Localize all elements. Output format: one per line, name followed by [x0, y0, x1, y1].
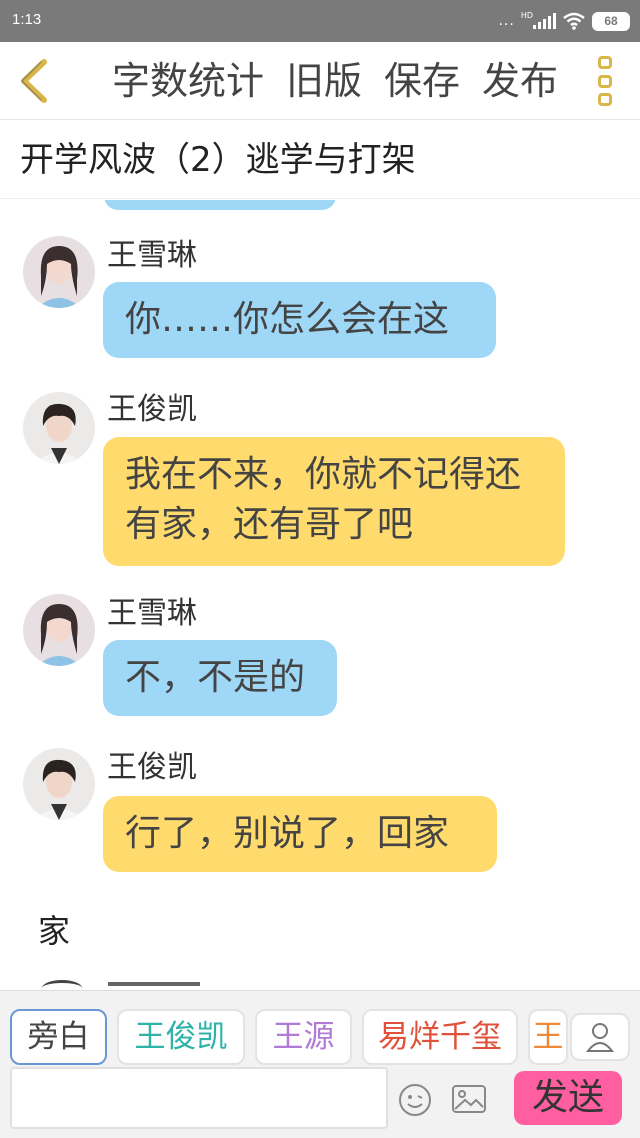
narration-text[interactable]: 家 — [38, 906, 70, 952]
person-icon[interactable] — [570, 1013, 630, 1061]
signal-icon — [533, 13, 556, 29]
role-yi-yangqianxi[interactable]: 易烊千玺 — [362, 1009, 518, 1065]
composer-panel: 旁白 王俊凯 王源 易烊千玺 王 发送 — [0, 990, 640, 1138]
message-bubble[interactable]: 我在不来，你就不记得还有家，还有哥了吧 — [103, 437, 565, 566]
image-icon[interactable] — [452, 1085, 486, 1113]
role-narrator[interactable]: 旁白 — [10, 1009, 107, 1065]
partial-speaker-name — [108, 982, 200, 990]
message-input[interactable] — [10, 1067, 388, 1129]
role-partial[interactable]: 王 — [528, 1009, 568, 1065]
partial-avatar — [42, 980, 82, 990]
avatar[interactable] — [23, 236, 95, 308]
message-bubble[interactable]: 不，不是的 — [103, 640, 337, 716]
toolbar-actions: 字数统计 旧版 保存 发布 — [112, 56, 558, 106]
role-label: 王俊凯 — [134, 1019, 228, 1055]
status-icons: ... HD 68 — [498, 8, 630, 34]
avatar[interactable] — [23, 748, 95, 820]
role-wang-yuan[interactable]: 王源 — [255, 1009, 352, 1065]
status-time: 1:13 — [12, 11, 42, 28]
role-label: 王 — [532, 1019, 564, 1055]
role-label: 王源 — [272, 1019, 335, 1055]
story-title[interactable]: 开学风波（2）逃学与打架 — [0, 121, 640, 199]
chat-list[interactable]: 王雪琳 你……你怎么会在这 王俊凯 我在不来，你就不记得还有家，还有哥了吧 王雪… — [0, 200, 640, 990]
wifi-icon — [563, 12, 585, 30]
role-selector: 旁白 王俊凯 王源 易烊千玺 王 — [10, 1009, 568, 1065]
role-wang-junkai[interactable]: 王俊凯 — [117, 1009, 245, 1065]
more-vertical-icon[interactable] — [598, 56, 614, 106]
battery-icon: 68 — [592, 11, 630, 31]
speaker-name: 王雪琳 — [107, 596, 197, 631]
word-count-button[interactable]: 字数统计 — [112, 56, 264, 106]
speaker-name: 王俊凯 — [107, 750, 197, 785]
avatar[interactable] — [23, 594, 95, 666]
send-button[interactable]: 发送 — [514, 1071, 622, 1125]
smiley-icon[interactable] — [398, 1083, 432, 1117]
speaker-name: 王雪琳 — [107, 238, 197, 273]
publish-button[interactable]: 发布 — [482, 56, 558, 106]
status-bar: 1:13 ... HD 68 — [0, 0, 640, 42]
save-button[interactable]: 保存 — [384, 56, 460, 106]
message-bubble[interactable]: 行了，别说了，回家 — [103, 796, 497, 872]
old-version-button[interactable]: 旧版 — [286, 56, 362, 106]
role-label: 旁白 — [27, 1019, 90, 1055]
speaker-name: 王俊凯 — [107, 392, 197, 427]
status-dots: ... — [498, 13, 515, 29]
editor-toolbar: 字数统计 旧版 保存 发布 — [0, 42, 640, 120]
partial-message-bubble — [104, 200, 336, 210]
role-label: 易烊千玺 — [378, 1019, 502, 1055]
chevron-left-icon[interactable] — [14, 58, 54, 104]
network-hd-label: HD — [520, 10, 533, 20]
message-bubble[interactable]: 你……你怎么会在这 — [103, 282, 496, 358]
avatar[interactable] — [23, 392, 95, 464]
